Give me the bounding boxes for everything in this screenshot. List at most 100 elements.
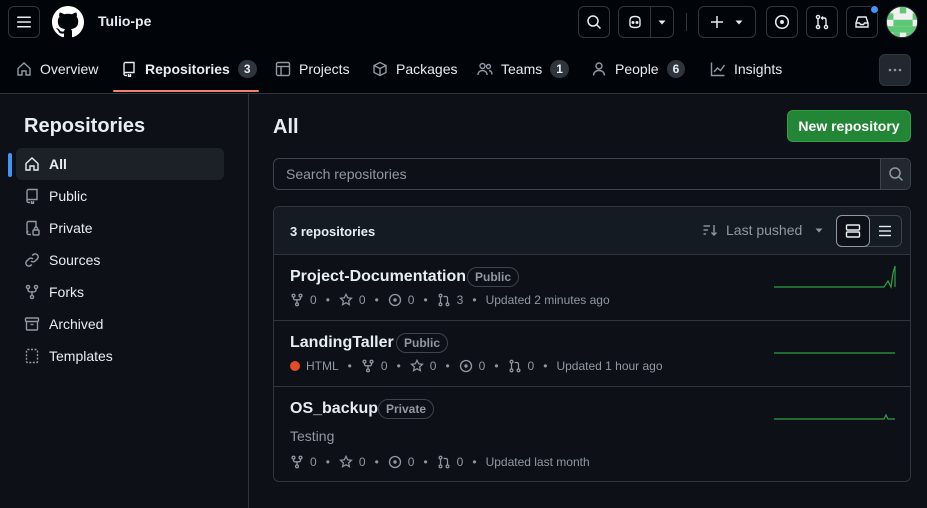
updated-time: Updated last month [485, 455, 590, 469]
notification-dot [870, 5, 879, 14]
search-icon [888, 167, 903, 182]
tab-insights[interactable]: Insights [710, 44, 782, 94]
repo-template-icon [25, 348, 39, 364]
people-count-badge: 6 [666, 60, 686, 78]
person-icon [592, 62, 606, 76]
sidebar-item-public[interactable]: Public [16, 180, 224, 212]
github-logo-icon[interactable] [52, 6, 84, 38]
sidebar-item-label: Public [49, 188, 88, 204]
repository-meta: HTML • 0 • 0 • 0 • 0 • Updated 1 hour ago [290, 359, 663, 373]
sidebar-item-sources[interactable]: Sources [16, 244, 224, 276]
sort-desc-icon [703, 225, 717, 236]
header-divider [686, 13, 687, 31]
tab-projects[interactable]: Projects [275, 44, 350, 94]
hamburger-icon [17, 16, 31, 28]
repository-name-link[interactable]: OS_backup [290, 400, 378, 418]
activity-sparkline [774, 413, 895, 420]
git-pull-request-icon [438, 455, 450, 469]
repository-name-link[interactable]: Project-Documentation [290, 268, 466, 286]
graph-icon [710, 62, 726, 77]
repository-list-header: 3 repositories Last pushed [274, 207, 910, 255]
sidebar-title: Repositories [24, 115, 146, 137]
updated-time: Updated 2 minutes ago [485, 293, 610, 307]
sidebar-item-private[interactable]: Private [16, 212, 224, 244]
more-options-button[interactable] [879, 54, 911, 86]
search-submit-button[interactable] [880, 159, 910, 189]
copilot-dropdown-button[interactable] [651, 7, 673, 37]
tab-packages[interactable]: Packages [372, 44, 457, 94]
sidebar-item-templates[interactable]: Templates [16, 340, 224, 372]
search-icon [587, 15, 602, 30]
tab-teams[interactable]: Teams 1 [477, 44, 569, 94]
stars-count: 0 [358, 455, 366, 469]
repositories-count-badge: 3 [237, 60, 257, 78]
page-title: All [273, 116, 299, 138]
sort-label: Last pushed [726, 222, 803, 238]
sort-dropdown[interactable]: Last pushed [702, 222, 824, 238]
sidebar-item-archived[interactable]: Archived [16, 308, 224, 340]
repository-name-link[interactable]: LandingTaller [290, 334, 394, 352]
view-list-button[interactable] [870, 216, 902, 246]
repo-icon [123, 61, 135, 77]
forks-count: 0 [310, 455, 317, 469]
repo-forked-icon [291, 293, 303, 307]
archive-icon [24, 317, 40, 331]
star-icon [338, 455, 353, 468]
people-icon [477, 62, 493, 76]
tab-label: Repositories [145, 61, 230, 77]
issues-button[interactable] [766, 6, 798, 38]
sidebar-item-label: Forks [49, 284, 84, 300]
home-icon [25, 157, 39, 171]
issues-count: 0 [407, 455, 415, 469]
stars-count: 0 [429, 359, 437, 373]
visibility-badge: Public [467, 267, 520, 287]
avatar[interactable] [886, 6, 918, 38]
repository-row: Project-Documentation Public 0 • 0 • 0 • 3 •… [274, 255, 910, 321]
repo-locked-icon [26, 220, 40, 236]
sidebar-item-label: Templates [49, 348, 113, 364]
repo-icon [26, 188, 38, 204]
tab-repositories[interactable]: Repositories 3 [121, 44, 257, 94]
forks-count: 0 [310, 293, 317, 307]
pull-requests-button[interactable] [806, 6, 838, 38]
sidebar-item-label: Sources [49, 252, 101, 268]
caret-down-icon [815, 228, 823, 233]
org-nav: Overview Repositories 3 Projects Package… [0, 44, 927, 94]
tab-label: Teams [501, 61, 543, 77]
copilot-button[interactable] [618, 6, 674, 38]
search-button[interactable] [578, 6, 610, 38]
issues-count: 0 [478, 359, 486, 373]
sidebar-item-label: All [49, 156, 67, 172]
star-icon [409, 359, 424, 372]
org-name-link[interactable]: Tulio-pe [98, 13, 151, 29]
issue-opened-icon [388, 455, 401, 469]
pull-requests-count: 0 [456, 455, 464, 469]
tab-label: Overview [40, 61, 99, 77]
repository-row: LandingTaller Public HTML • 0 • 0 • 0 • 0 • U… [274, 321, 910, 387]
sidebar-active-indicator [8, 153, 12, 177]
menu-button[interactable] [8, 6, 40, 38]
view-cards-button[interactable] [836, 215, 870, 247]
git-pull-request-icon [509, 359, 521, 373]
repository-row: OS_backup Private Testing 0 • 0 • 0 • 0 • Up… [274, 387, 910, 481]
package-icon [373, 61, 387, 77]
issue-opened-icon [388, 293, 401, 307]
create-new-button[interactable] [698, 6, 756, 38]
repository-meta: 0 • 0 • 0 • 3 • Updated 2 minutes ago [290, 293, 610, 307]
git-pull-request-icon [815, 14, 829, 30]
active-tab-underline [113, 90, 259, 92]
sidebar-item-all[interactable]: All [16, 148, 224, 180]
caret-down-icon [658, 20, 666, 25]
pull-requests-count: 0 [527, 359, 535, 373]
search-input[interactable] [274, 159, 880, 189]
new-repository-button[interactable]: New repository [787, 110, 911, 142]
plus-icon [711, 16, 723, 28]
tab-people[interactable]: People 6 [591, 44, 686, 94]
top-bar: Tulio-pe [0, 0, 927, 44]
sidebar-item-label: Private [49, 220, 93, 236]
link-icon [25, 253, 39, 267]
tab-overview[interactable]: Overview [16, 44, 98, 94]
sidebar-item-forks[interactable]: Forks [16, 276, 224, 308]
kebab-horizontal-icon [888, 68, 902, 72]
tab-label: People [615, 61, 659, 77]
